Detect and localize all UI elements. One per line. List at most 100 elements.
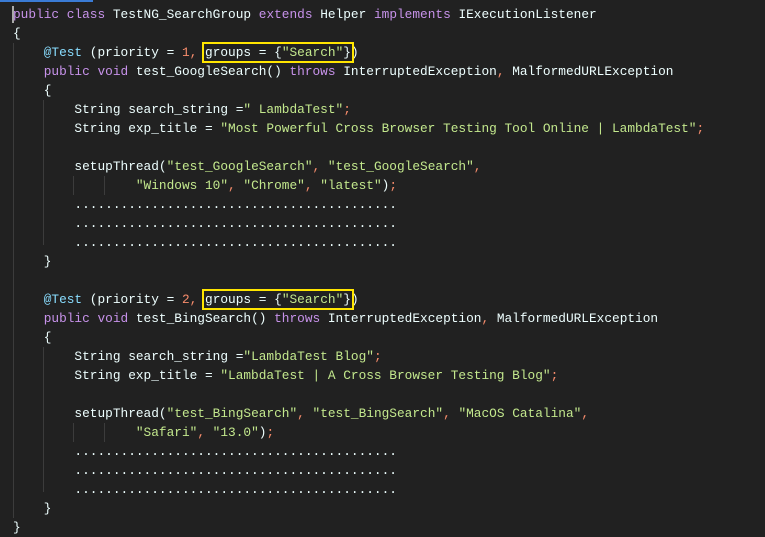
code-token: ,	[304, 178, 321, 193]
code-token: String search_string =	[13, 349, 244, 364]
code-token: {	[13, 26, 21, 41]
code-token: ........................................…	[13, 235, 397, 250]
code-token: ;	[550, 368, 559, 383]
code-line: ........................................…	[13, 480, 704, 499]
code-token: @Test	[43, 292, 83, 307]
code-line: {	[13, 24, 704, 43]
code-line: setupThread("test_GoogleSearch", "test_G…	[13, 157, 704, 176]
code-token: 2	[181, 292, 190, 307]
code-line: public class TestNG_SearchGroup extends …	[13, 5, 704, 24]
code-line: String exp_title = "LambdaTest | A Cross…	[13, 366, 704, 385]
code-token: groups = {	[205, 45, 282, 60]
code-token: "test_BingSearch"	[166, 406, 298, 421]
code-token: ,	[443, 406, 459, 421]
code-token: ;	[373, 349, 382, 364]
code-line: public void test_BingSearch() throws Int…	[13, 309, 704, 328]
code-token: "Safari"	[135, 425, 198, 440]
code-token: "Search"	[281, 292, 344, 307]
code-token: "Search"	[281, 45, 344, 60]
highlight-box: groups = {"Search"}	[202, 289, 354, 310]
code-token: ,	[189, 292, 206, 307]
code-line: "Windows 10", "Chrome", "latest");	[13, 176, 704, 195]
code-token: MalformedURLException	[496, 311, 659, 326]
code-editor[interactable]: public class TestNG_SearchGroup extends …	[13, 5, 704, 537]
code-line: ........................................…	[13, 461, 704, 480]
code-token: InterruptedException	[343, 64, 497, 79]
code-line: }	[13, 252, 704, 271]
code-line: String search_string ="LambdaTest Blog";	[13, 347, 704, 366]
code-token: ;	[343, 102, 351, 117]
code-token: "test_BingSearch"	[312, 406, 444, 421]
code-line: {	[13, 81, 704, 100]
code-token: ,	[197, 425, 213, 440]
code-line: String exp_title = "Most Powerful Cross …	[13, 119, 704, 138]
code-token: ,	[297, 406, 313, 421]
highlight-box: groups = {"Search"}	[202, 42, 354, 63]
code-token: ........................................…	[13, 463, 397, 478]
code-token: "Windows 10"	[135, 178, 229, 193]
code-token: "LambdaTest | A Cross Browser Testing Bl…	[220, 368, 551, 383]
code-token: IExecutionListener	[458, 7, 597, 22]
code-token: {	[13, 83, 52, 98]
code-line: ........................................…	[13, 195, 704, 214]
code-line: }	[13, 499, 704, 518]
code-line: public void test_GoogleSearch() throws I…	[13, 62, 704, 81]
code-line: ........................................…	[13, 233, 704, 252]
code-token: ,	[481, 311, 497, 326]
code-token: InterruptedException	[327, 311, 482, 326]
code-token: ........................................…	[13, 197, 397, 212]
code-token: }	[13, 501, 52, 516]
code-token: "Most Powerful Cross Browser Testing Too…	[220, 121, 697, 136]
code-token: 1	[181, 45, 190, 60]
code-token: ,	[312, 159, 328, 174]
code-line: setupThread("test_BingSearch", "test_Bin…	[13, 404, 704, 423]
code-token: (priority =	[82, 292, 182, 307]
code-token: "LambdaTest Blog"	[243, 349, 374, 364]
code-token: ;	[696, 121, 705, 136]
code-line: ........................................…	[13, 442, 704, 461]
code-token: groups = {	[205, 292, 282, 307]
code-token: String exp_title =	[13, 368, 221, 383]
code-token: @Test	[43, 45, 83, 60]
code-token: )	[350, 45, 359, 60]
active-tab-indicator	[0, 0, 93, 2]
code-token: String exp_title =	[13, 121, 221, 136]
code-line: }	[13, 518, 704, 537]
code-line: @Test (priority = 1, groups = {"Search"}…	[13, 42, 704, 63]
code-token: ;	[389, 178, 397, 193]
code-token: String search_string =	[13, 102, 244, 117]
code-token: }	[343, 45, 351, 60]
code-token: ,	[473, 159, 482, 174]
code-token: throws	[274, 311, 328, 326]
code-token: "MacOS Catalina"	[458, 406, 582, 421]
code-token: "Chrome"	[243, 178, 305, 193]
code-token: " LambdaTest"	[243, 102, 344, 117]
code-token: MalformedURLException	[512, 64, 674, 79]
code-token: throws	[289, 64, 344, 79]
code-token: setupThread(	[13, 159, 167, 174]
code-token: ,	[189, 45, 206, 60]
code-token: )	[350, 292, 359, 307]
code-token: "latest"	[320, 178, 382, 193]
code-line: ........................................…	[13, 214, 704, 233]
code-token: implements	[373, 7, 459, 22]
code-token: "13.0"	[212, 425, 259, 440]
code-token: {	[13, 330, 52, 345]
code-token: }	[343, 292, 351, 307]
code-token: (priority =	[82, 45, 182, 60]
code-token: public void	[43, 311, 136, 326]
code-token: test_GoogleSearch()	[135, 64, 290, 79]
code-token: setupThread(	[13, 406, 167, 421]
code-line: String search_string =" LambdaTest";	[13, 100, 704, 119]
code-line: @Test (priority = 2, groups = {"Search"}…	[13, 289, 704, 310]
code-line: {	[13, 328, 704, 347]
code-token: ,	[228, 178, 244, 193]
code-token: "test_GoogleSearch"	[327, 159, 474, 174]
code-token: ........................................…	[13, 216, 397, 231]
